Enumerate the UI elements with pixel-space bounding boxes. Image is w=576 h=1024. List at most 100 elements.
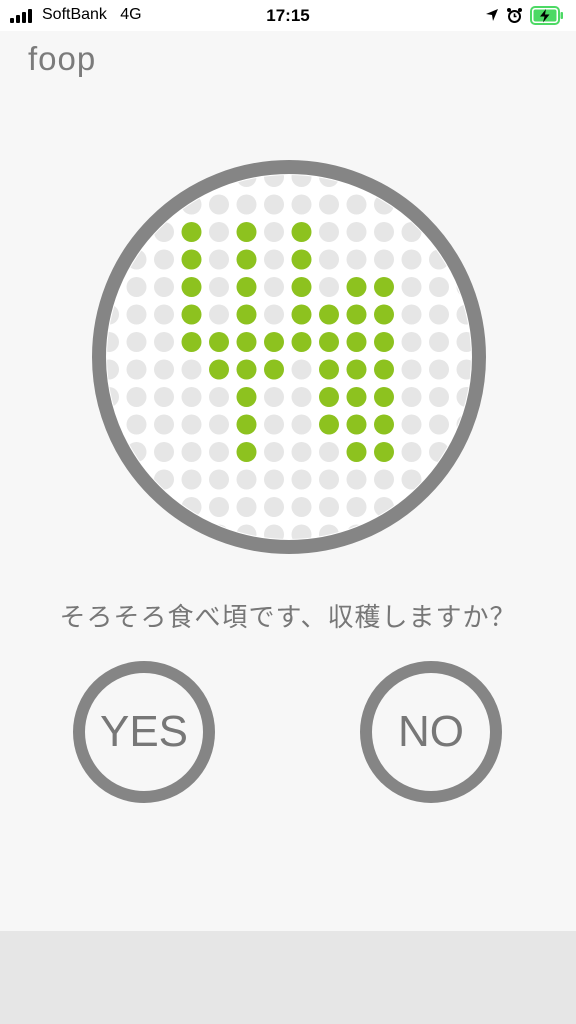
matrix-dot bbox=[236, 497, 257, 517]
matrix-dot bbox=[374, 249, 394, 270]
matrix-dot-lit bbox=[236, 249, 257, 270]
matrix-dot-lit bbox=[236, 277, 257, 297]
matrix-dot bbox=[126, 359, 147, 380]
matrix-dot bbox=[456, 175, 471, 187]
no-button[interactable]: NO bbox=[360, 661, 502, 803]
matrix-dot bbox=[181, 387, 202, 407]
matrix-dot bbox=[429, 175, 449, 187]
matrix-dot bbox=[429, 194, 449, 215]
matrix-dot-lit bbox=[236, 304, 257, 325]
matrix-dot-lit bbox=[181, 222, 202, 242]
matrix-dot-lit bbox=[346, 442, 367, 462]
matrix-dot bbox=[154, 387, 174, 407]
matrix-dot bbox=[401, 332, 422, 352]
matrix-dot bbox=[346, 469, 367, 490]
matrix-dot bbox=[291, 194, 312, 215]
matrix-dot-lit bbox=[264, 359, 284, 380]
matrix-dot-lit bbox=[319, 332, 339, 352]
matrix-dot bbox=[429, 304, 449, 325]
matrix-dot bbox=[181, 414, 202, 435]
matrix-dot-lit bbox=[346, 277, 367, 297]
matrix-dot bbox=[429, 332, 449, 352]
matrix-dot bbox=[429, 387, 449, 407]
yes-button-label: YES bbox=[99, 707, 189, 756]
matrix-dot bbox=[319, 469, 339, 490]
matrix-dot bbox=[291, 469, 312, 490]
matrix-dot bbox=[374, 469, 394, 490]
matrix-dot-lit bbox=[181, 277, 202, 297]
matrix-dot-lit bbox=[374, 359, 394, 380]
matrix-dot bbox=[264, 414, 284, 435]
matrix-dot-lit bbox=[374, 387, 394, 407]
matrix-dot bbox=[209, 249, 229, 270]
matrix-dot bbox=[154, 175, 174, 187]
matrix-dot-lit bbox=[346, 414, 367, 435]
matrix-dot bbox=[401, 524, 422, 539]
matrix-dot bbox=[429, 524, 449, 539]
matrix-dot bbox=[126, 332, 147, 352]
matrix-dot bbox=[264, 469, 284, 490]
matrix-dot bbox=[319, 277, 339, 297]
matrix-dot bbox=[291, 442, 312, 462]
matrix-dot bbox=[154, 332, 174, 352]
matrix-dot-lit bbox=[291, 249, 312, 270]
matrix-dot bbox=[319, 442, 339, 462]
matrix-dot bbox=[346, 497, 367, 517]
matrix-dot-lit bbox=[181, 249, 202, 270]
matrix-dot bbox=[209, 414, 229, 435]
matrix-dot-lit bbox=[236, 442, 257, 462]
matrix-dot bbox=[456, 497, 471, 517]
matrix-dot-lit bbox=[236, 387, 257, 407]
matrix-dot bbox=[429, 277, 449, 297]
matrix-dot-lit bbox=[374, 332, 394, 352]
matrix-dot-lit bbox=[374, 414, 394, 435]
matrix-dot bbox=[126, 387, 147, 407]
matrix-dot bbox=[154, 304, 174, 325]
matrix-dot bbox=[264, 497, 284, 517]
matrix-dot bbox=[107, 524, 119, 539]
matrix-dot bbox=[181, 469, 202, 490]
matrix-dot-lit bbox=[374, 304, 394, 325]
location-arrow-icon bbox=[486, 9, 498, 21]
matrix-dot-lit bbox=[236, 332, 257, 352]
matrix-dot-lit bbox=[264, 332, 284, 352]
matrix-dot bbox=[456, 222, 471, 242]
matrix-dot bbox=[264, 194, 284, 215]
matrix-dot bbox=[319, 222, 339, 242]
matrix-dot bbox=[456, 524, 471, 539]
matrix-dot bbox=[126, 304, 147, 325]
matrix-dot-lit bbox=[181, 304, 202, 325]
matrix-dot bbox=[107, 497, 119, 517]
yes-button[interactable]: YES bbox=[73, 661, 215, 803]
matrix-dot bbox=[291, 497, 312, 517]
matrix-dot bbox=[264, 277, 284, 297]
matrix-dot bbox=[319, 249, 339, 270]
matrix-dot-lit bbox=[291, 304, 312, 325]
matrix-dot bbox=[154, 414, 174, 435]
matrix-dot bbox=[107, 469, 119, 490]
matrix-dot bbox=[346, 222, 367, 242]
matrix-dot-lit bbox=[374, 442, 394, 462]
matrix-dot bbox=[236, 469, 257, 490]
matrix-dot bbox=[209, 304, 229, 325]
matrix-dot bbox=[319, 194, 339, 215]
matrix-dot-lit bbox=[319, 359, 339, 380]
app-logo: foop bbox=[28, 40, 97, 77]
matrix-dot bbox=[291, 359, 312, 380]
matrix-dot-lit bbox=[346, 304, 367, 325]
matrix-dot-lit bbox=[319, 414, 339, 435]
matrix-dot bbox=[291, 414, 312, 435]
matrix-dot-lit bbox=[236, 222, 257, 242]
matrix-dot-lit bbox=[291, 222, 312, 242]
matrix-dot-lit bbox=[346, 387, 367, 407]
matrix-dot-lit bbox=[236, 414, 257, 435]
matrix-dot bbox=[401, 414, 422, 435]
matrix-dot bbox=[264, 249, 284, 270]
plant-status-display bbox=[92, 160, 486, 554]
bottom-bar bbox=[0, 931, 576, 1024]
matrix-dot bbox=[154, 277, 174, 297]
matrix-dot-lit bbox=[346, 359, 367, 380]
matrix-dot bbox=[181, 442, 202, 462]
matrix-dot-lit bbox=[209, 359, 229, 380]
matrix-dot bbox=[319, 497, 339, 517]
